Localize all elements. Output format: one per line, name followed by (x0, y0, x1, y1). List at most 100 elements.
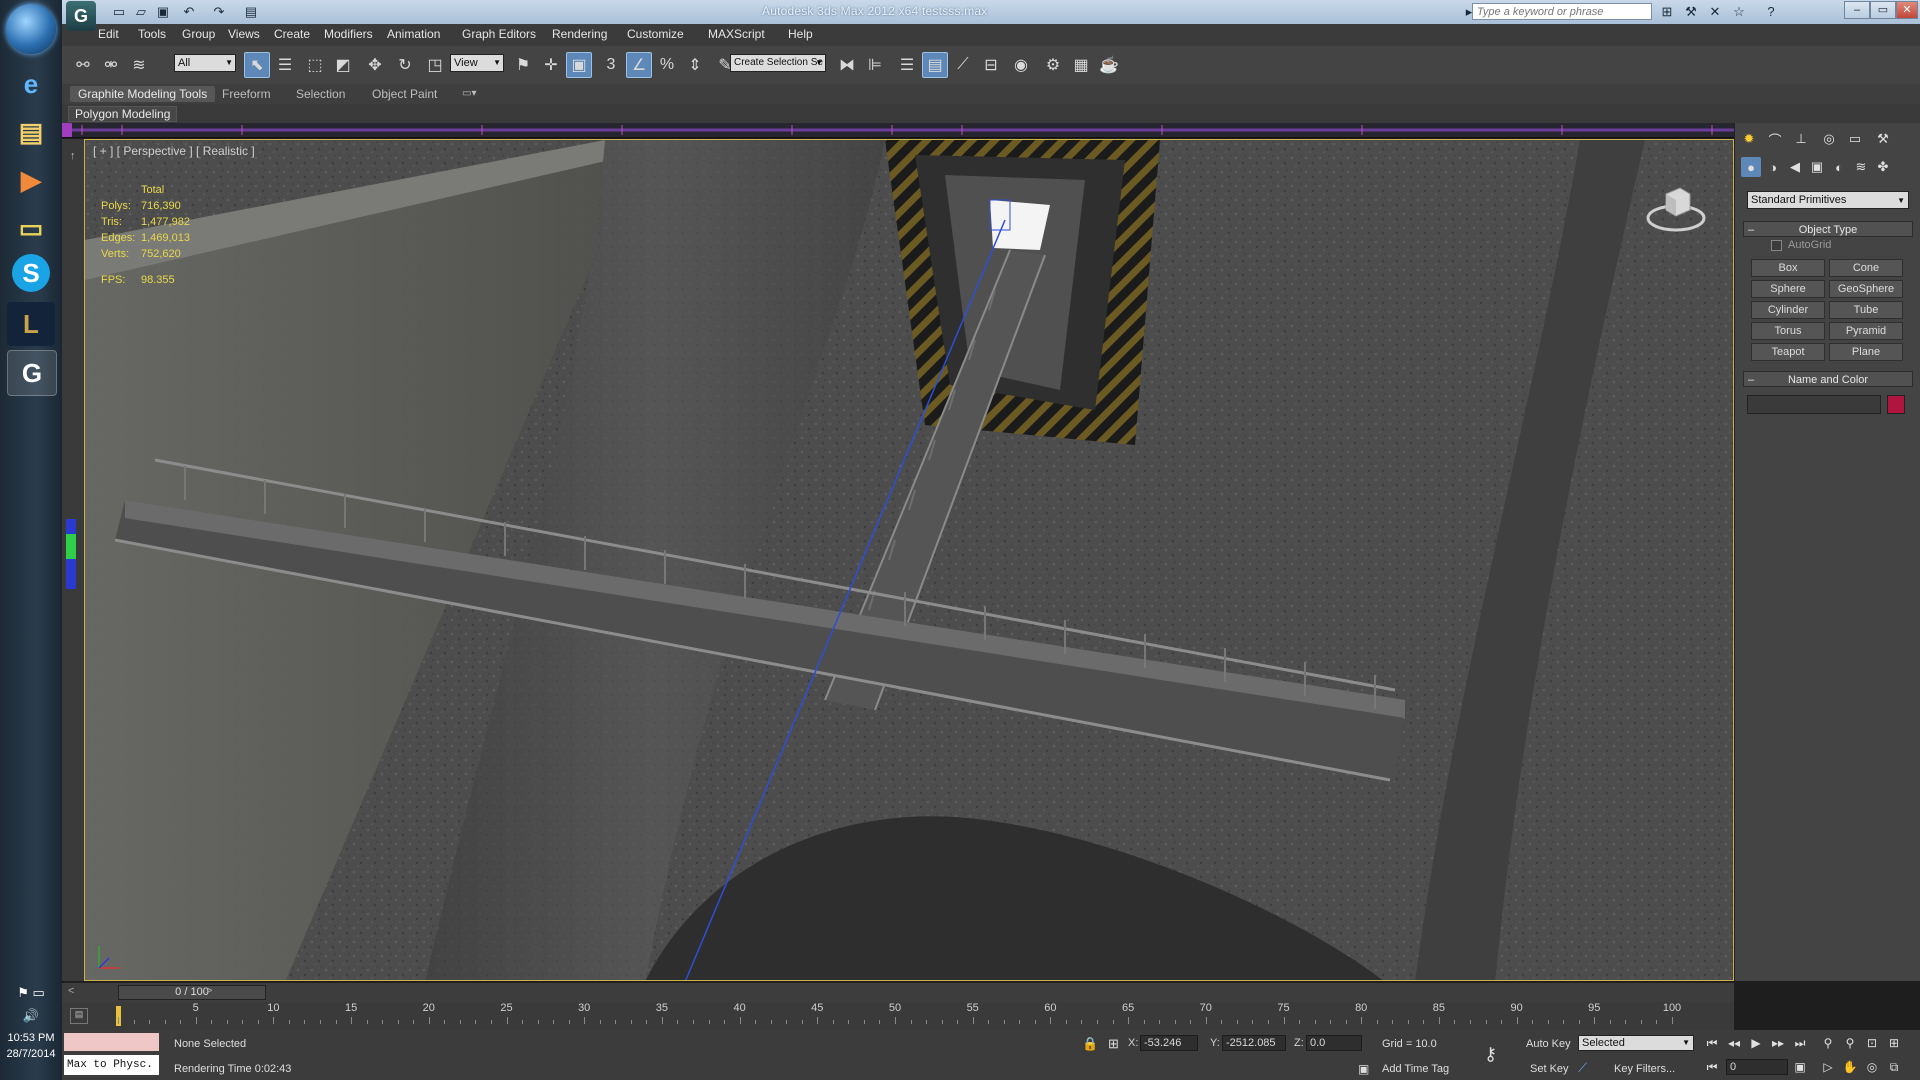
primitive-category-dropdown[interactable]: Standard Primitives ▼ (1747, 191, 1909, 209)
time-slider-prev-icon[interactable]: < (68, 985, 74, 997)
cone-button[interactable]: Cone (1829, 259, 1903, 277)
communication-center-icon[interactable]: ✕ (1706, 3, 1724, 21)
curve-editor-icon[interactable]: ⟋ (950, 52, 976, 78)
absolute-mode-icon[interactable]: ⊞ (1108, 1036, 1119, 1052)
lights-icon[interactable]: ◀ (1785, 157, 1805, 177)
subscription-icon[interactable]: ⚒ (1682, 3, 1700, 21)
open-file-icon[interactable]: ▱ (132, 3, 150, 21)
3ds-max-taskbar-icon[interactable]: G (7, 350, 57, 396)
motion-tab-icon[interactable]: ◎ (1819, 129, 1839, 149)
autogrid-checkbox[interactable]: AutoGrid (1771, 239, 1831, 251)
helpers-icon[interactable]: ◐ (1829, 157, 1849, 177)
align-icon[interactable]: ⊫ (862, 52, 888, 78)
viewcube-icon[interactable] (1644, 180, 1708, 238)
render-setup-icon[interactable]: ⚙ (1040, 52, 1066, 78)
zoom-extents-icon[interactable]: ⊡ (1862, 1034, 1882, 1052)
select-manipulate-icon[interactable]: ✛ (538, 52, 564, 78)
plane-button[interactable]: Plane (1829, 343, 1903, 361)
link-icon[interactable]: ⚯ (70, 52, 96, 78)
systems-icon[interactable]: ✤ (1873, 157, 1893, 177)
cameras-icon[interactable]: ▣ (1807, 157, 1827, 177)
name-and-color-rollout[interactable]: – Name and Color (1743, 371, 1913, 387)
time-configuration-icon[interactable]: ▣ (1790, 1058, 1810, 1076)
menu-help[interactable]: Help (788, 27, 813, 41)
undo-icon[interactable]: ↶ (180, 3, 198, 21)
menu-rendering[interactable]: Rendering (552, 27, 607, 41)
media-player-icon[interactable]: ▶ (7, 158, 55, 202)
key-mode-toggle-icon[interactable]: ⏮ (1702, 1058, 1722, 1076)
folder-icon[interactable]: ▭ (7, 206, 55, 250)
key-mode-dropdown[interactable]: Selected ▼ (1578, 1035, 1694, 1051)
menu-edit[interactable]: Edit (98, 27, 119, 41)
new-file-icon[interactable]: ▭ (110, 3, 128, 21)
create-tab-icon[interactable]: ✹ (1739, 129, 1759, 149)
box-button[interactable]: Box (1751, 259, 1825, 277)
menu-animation[interactable]: Animation (387, 27, 440, 41)
search-input[interactable]: Type a keyword or phrase (1472, 3, 1652, 20)
internet-explorer-icon[interactable]: e (7, 62, 55, 106)
orbit-icon[interactable]: ◎ (1862, 1058, 1882, 1076)
menu-tools[interactable]: Tools (138, 27, 166, 41)
time-tag-icon[interactable]: ▣ (1358, 1062, 1369, 1076)
menu-modifiers[interactable]: Modifiers (324, 27, 373, 41)
go-to-end-icon[interactable]: ⏭ (1790, 1034, 1810, 1052)
binoculars-icon[interactable]: ⊞ (1658, 3, 1676, 21)
clock-time[interactable]: 10:53 PM (0, 1032, 62, 1044)
go-to-start-icon[interactable]: ⏮ (1702, 1034, 1722, 1052)
mirror-icon[interactable]: ⧓ (834, 52, 860, 78)
tab-freeform[interactable]: Freeform (214, 86, 279, 102)
unlink-icon[interactable]: ⚮ (98, 52, 124, 78)
polygon-modeling-panel[interactable]: Polygon Modeling (68, 106, 178, 122)
track-bar[interactable]: ▤ 5 10 15 20 25 30 35 40 45 50 55 60 65 70 75 80 85 90 95 1… (62, 1002, 1734, 1031)
mini-curve-editor-icon[interactable]: ▤ (70, 1008, 88, 1024)
key-filters-button[interactable]: Key Filters... (1614, 1063, 1675, 1075)
rectangular-selection-icon[interactable]: ⬚ (302, 52, 328, 78)
help-icon[interactable]: ? (1762, 3, 1780, 21)
menu-customize[interactable]: Customize (627, 27, 684, 41)
trackbar-strip[interactable] (62, 123, 1734, 138)
hierarchy-tab-icon[interactable]: ⊥ (1791, 129, 1811, 149)
redo-icon[interactable]: ↷ (210, 3, 228, 21)
league-of-legends-icon[interactable]: L (7, 302, 55, 346)
play-icon[interactable]: ▶ (1746, 1034, 1766, 1052)
shapes-icon[interactable]: ◑ (1763, 157, 1783, 177)
x-coordinate-field[interactable]: -53.246 (1140, 1035, 1198, 1051)
spinner-snap-icon[interactable]: ⇕ (682, 52, 708, 78)
clock-date[interactable]: 28/7/2014 (0, 1048, 62, 1060)
zoom-icon[interactable]: ⚲ (1818, 1034, 1838, 1052)
pan-icon[interactable]: ✋ (1840, 1058, 1860, 1076)
tab-selection[interactable]: Selection (288, 86, 353, 102)
skype-icon[interactable]: S (12, 254, 50, 292)
bind-space-warp-icon[interactable]: ≋ (126, 52, 152, 78)
sphere-button[interactable]: Sphere (1751, 280, 1825, 298)
y-coordinate-field[interactable]: -2512.085 (1222, 1035, 1286, 1051)
set-key-curve-icon[interactable]: ⟋ (1578, 1060, 1587, 1076)
time-slider-next-icon[interactable]: > (206, 985, 212, 997)
maximize-button[interactable]: ▭ (1870, 1, 1896, 19)
menu-maxscript[interactable]: MAXScript (708, 27, 765, 41)
menu-graph-editors[interactable]: Graph Editors (462, 27, 536, 41)
key-icon[interactable]: ⚷ (1484, 1044, 1497, 1065)
previous-frame-icon[interactable]: ◂◂ (1724, 1034, 1744, 1052)
tube-button[interactable]: Tube (1829, 301, 1903, 319)
menu-group[interactable]: Group (182, 27, 215, 41)
maxscript-listener-input[interactable]: Max to Physc. (64, 1055, 159, 1075)
add-time-tag[interactable]: Add Time Tag (1382, 1063, 1449, 1075)
application-button-icon[interactable]: G (66, 1, 96, 31)
object-name-input[interactable] (1747, 395, 1881, 414)
tray-icons[interactable]: ⚑ ▭ (0, 985, 62, 1001)
save-icon[interactable]: ▣ (154, 3, 172, 21)
object-color-swatch[interactable] (1887, 395, 1905, 414)
modify-tab-icon[interactable]: ⌒ (1765, 129, 1785, 149)
tab-object-paint[interactable]: Object Paint (364, 86, 445, 102)
perspective-viewport[interactable]: [ + ] [ Perspective ] [ Realistic ] Tota… (84, 139, 1734, 981)
teapot-button[interactable]: Teapot (1751, 343, 1825, 361)
menu-create[interactable]: Create (274, 27, 310, 41)
material-editor-icon[interactable]: ◉ (1008, 52, 1034, 78)
maximize-viewport-icon[interactable]: ⧉ (1884, 1058, 1904, 1076)
cylinder-button[interactable]: Cylinder (1751, 301, 1825, 319)
minimize-button[interactable]: – (1844, 1, 1870, 19)
keyboard-shortcut-override-icon[interactable]: ▣ (566, 52, 592, 78)
start-button[interactable] (6, 4, 56, 54)
time-slider[interactable]: < 0 / 100 > (62, 982, 1734, 1003)
